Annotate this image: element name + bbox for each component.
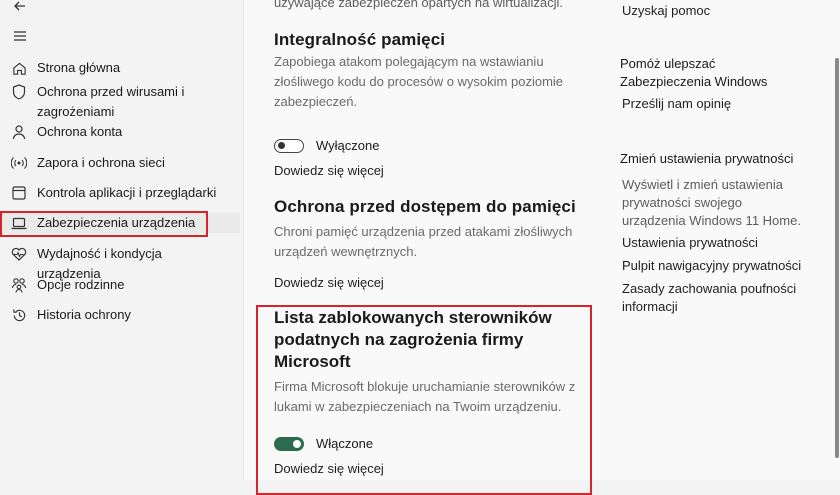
home-icon (11, 60, 27, 76)
memory-access-protection-title: Ochrona przed dostępem do pamięci (274, 197, 576, 216)
feedback-link[interactable]: Prześlij nam opinię (622, 95, 731, 113)
sidebar-item-label: Kontrola aplikacji i przeglądarki (37, 185, 217, 200)
sidebar-item-label: Strona główna (37, 60, 121, 75)
memory-integrity-toggle[interactable] (274, 138, 304, 153)
sidebar-item-label: Opcje rodzinne (37, 277, 125, 292)
sidebar-item-home[interactable]: Strona główna (0, 58, 240, 78)
person-icon (11, 124, 27, 140)
sidebar-item-label: Ochrona przed wirusami i zagrożeniami (37, 84, 185, 119)
family-icon (11, 277, 27, 293)
memory-access-learn-more-link[interactable]: Dowiedz się więcej (274, 275, 384, 290)
sidebar-item-family-options[interactable]: Opcje rodzinne (0, 275, 240, 295)
sidebar-item-app-browser-control[interactable]: Kontrola aplikacji i przeglądarki (0, 183, 240, 203)
driver-blocklist-toggle[interactable] (274, 436, 304, 451)
sidebar-item-firewall[interactable]: Zapora i ochrona sieci (0, 153, 240, 173)
driver-blocklist-title: Lista zablokowanych sterowników podatnyc… (274, 308, 552, 371)
privacy-settings-link[interactable]: Ustawienia prywatności (622, 234, 758, 252)
sidebar-item-label: Zabezpieczenia urządzenia (37, 215, 196, 230)
memory-integrity-toggle-label: Wyłączone (316, 138, 380, 153)
sidebar-item-protection-history[interactable]: Historia ochrony (0, 305, 240, 325)
shield-icon (11, 84, 27, 100)
sidebar-item-label: Ochrona konta (37, 124, 123, 139)
privacy-statement-link[interactable]: Zasady zachowania poufności informacji (622, 280, 802, 316)
sidebar-item-label: Zapora i ochrona sieci (37, 155, 165, 170)
sidebar-item-virus-protection[interactable]: Ochrona przed wirusami i zagrożeniami (0, 82, 240, 122)
memory-integrity-title: Integralność pamięci (274, 30, 446, 49)
antenna-icon (11, 155, 27, 171)
privacy-dashboard-link[interactable]: Pulpit nawigacyjny prywatności (622, 257, 801, 275)
sidebar-item-device-security[interactable]: Zabezpieczenia urządzenia (0, 211, 240, 237)
driver-blocklist-toggle-row: Włączone (274, 436, 373, 451)
improve-heading: Pomóż ulepszać Zabezpieczenia Windows (620, 56, 768, 89)
memory-integrity-description: Zapobiega atakom polegającym na wstawian… (274, 54, 564, 109)
main-content: używające zabezpieczeń opartych na wirtu… (244, 0, 840, 495)
heart-pulse-icon (11, 246, 27, 262)
laptop-icon (11, 215, 27, 231)
sidebar-nav: Strona główna Ochrona przed wirusami i z… (0, 0, 244, 480)
scrollbar-thumb[interactable] (835, 58, 839, 458)
privacy-description: Wyświetl i zmień ustawienia prywatności … (622, 177, 801, 228)
sidebar-item-label: Historia ochrony (37, 307, 131, 322)
driver-blocklist-description: Firma Microsoft blokuje uruchamianie ste… (274, 379, 576, 414)
memory-integrity-toggle-row: Wyłączone (274, 138, 379, 153)
vertical-scrollbar[interactable] (834, 0, 840, 480)
app-browser-icon (11, 185, 27, 201)
back-arrow-icon[interactable] (11, 0, 29, 15)
memory-access-protection-description: Chroni pamięć urządzenia przed atakami z… (274, 224, 573, 259)
history-icon (11, 307, 27, 323)
driver-blocklist-learn-more-link[interactable]: Dowiedz się więcej (274, 461, 384, 476)
hamburger-menu-icon[interactable] (11, 27, 29, 45)
virtualization-description-tail: używające zabezpieczeń opartych na wirtu… (274, 0, 564, 10)
get-help-link[interactable]: Uzyskaj pomoc (622, 2, 710, 20)
memory-integrity-learn-more-link[interactable]: Dowiedz się więcej (274, 163, 384, 178)
privacy-heading: Zmień ustawienia prywatności (620, 151, 794, 166)
sidebar-item-account-protection[interactable]: Ochrona konta (0, 122, 240, 142)
driver-blocklist-toggle-label: Włączone (316, 436, 374, 451)
